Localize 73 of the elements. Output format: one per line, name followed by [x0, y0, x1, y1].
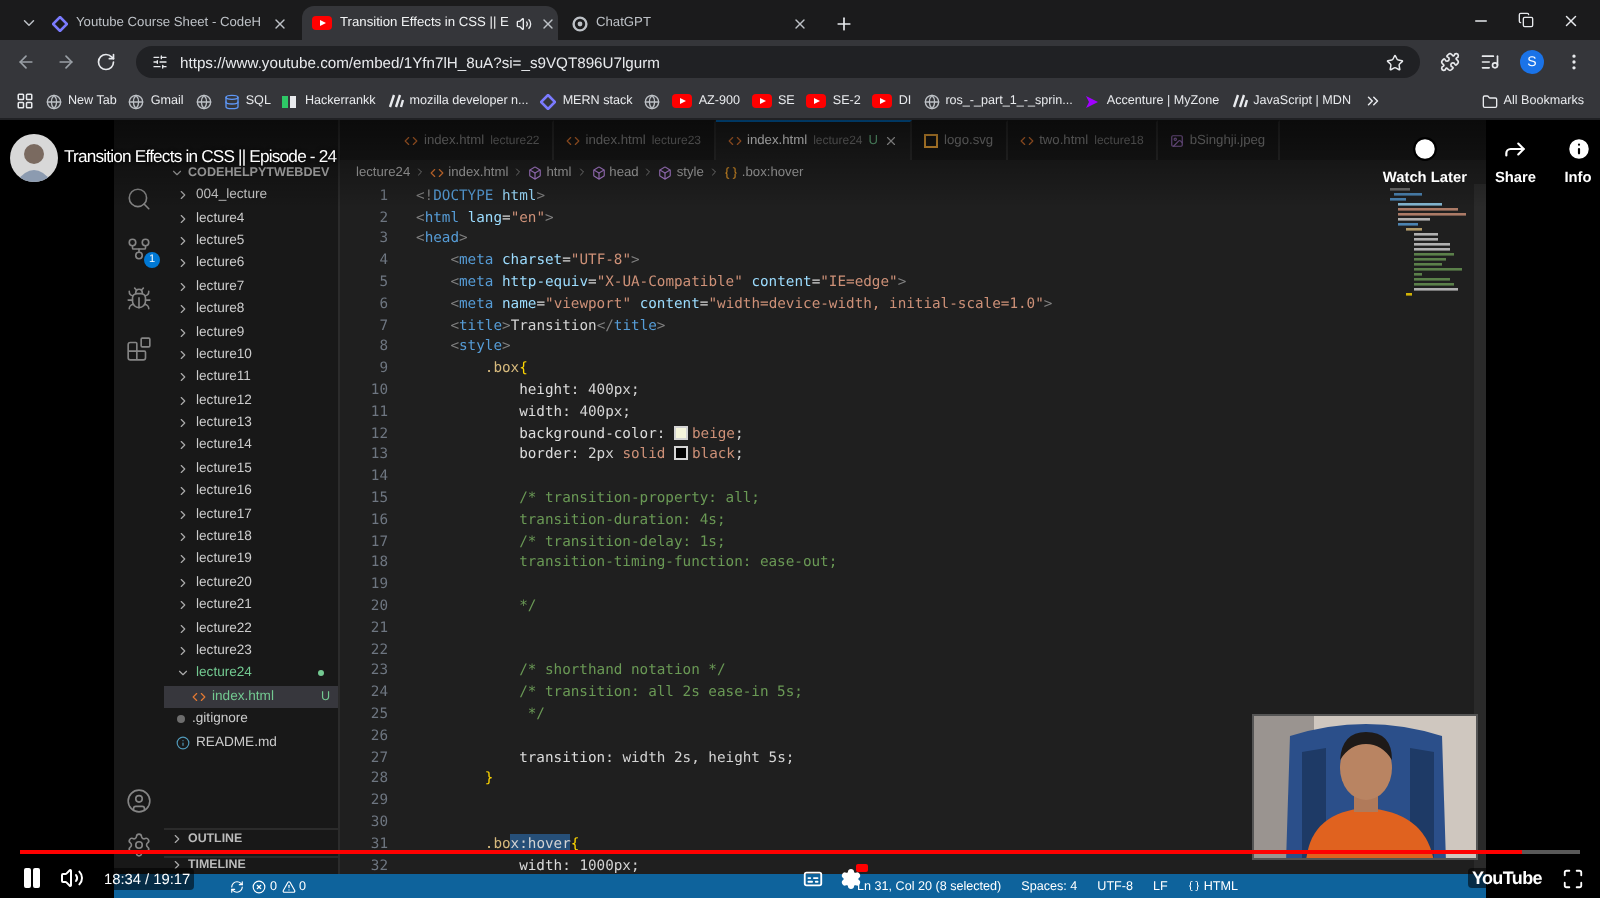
source-control-icon[interactable] [126, 236, 152, 262]
html-file-icon [404, 134, 418, 148]
tab-search-icon[interactable] [20, 14, 38, 32]
html-file-icon [565, 134, 580, 148]
extensions-icon[interactable] [126, 336, 152, 362]
hd-badge-icon [855, 863, 868, 871]
pause-icon[interactable] [20, 866, 44, 890]
separator-icon [414, 166, 427, 178]
warning-icon [281, 879, 296, 893]
info-icon [1565, 135, 1591, 161]
forward-icon[interactable] [56, 52, 76, 72]
error-icon [252, 879, 266, 893]
html-file-icon [727, 134, 741, 148]
diamond-logo-icon [52, 15, 68, 31]
globe-icon [644, 93, 661, 109]
back-icon[interactable] [16, 52, 36, 72]
info-file-icon [176, 735, 190, 750]
play-logo-icon [751, 94, 772, 108]
reload-icon[interactable] [96, 52, 116, 72]
html-file-icon [192, 689, 206, 704]
chevron-logo-icon [1084, 93, 1101, 109]
video-title[interactable]: Transition Effects in CSS || Episode - 24 [64, 146, 337, 166]
braces-icon [1187, 880, 1200, 892]
image-file-icon [924, 134, 939, 148]
bookmark-star-icon[interactable] [1386, 53, 1404, 71]
search-icon[interactable] [126, 186, 152, 212]
globe-icon [46, 93, 62, 109]
debug-icon[interactable] [126, 286, 152, 312]
more-bookmarks-icon[interactable] [1363, 92, 1381, 110]
dot-file-icon [176, 714, 186, 725]
close-icon[interactable] [272, 15, 288, 31]
element-icon [528, 165, 543, 179]
apps-icon[interactable] [16, 92, 34, 110]
site-info-icon[interactable] [152, 54, 168, 70]
selector-icon [723, 165, 738, 179]
slash-logo-icon [1231, 94, 1248, 108]
element-icon [591, 165, 606, 179]
play-logo-icon [672, 94, 693, 108]
globe-icon [195, 93, 212, 109]
chevron-icon [170, 165, 184, 179]
separator-icon [575, 166, 588, 178]
html-file-icon [1019, 134, 1034, 148]
channel-avatar[interactable] [10, 134, 58, 182]
image-file-icon [1169, 134, 1184, 148]
volume-icon[interactable] [60, 866, 84, 890]
play-logo-icon [312, 16, 332, 30]
bars-logo-icon [282, 95, 299, 107]
restore-icon[interactable] [1518, 12, 1534, 28]
account-icon[interactable] [126, 788, 152, 814]
globe-icon [128, 93, 145, 109]
new-tab-icon[interactable] [834, 13, 854, 33]
globe-icon [923, 93, 940, 109]
html-file-icon [430, 165, 445, 179]
separator-icon [642, 166, 655, 178]
diamond-logo-icon [540, 93, 557, 109]
close-icon[interactable] [540, 15, 557, 31]
change-dot-icon [318, 670, 324, 677]
database-icon [223, 93, 240, 109]
separator-icon [512, 166, 525, 178]
slash-logo-icon [387, 94, 404, 108]
element-icon [658, 165, 673, 179]
captions-icon[interactable] [801, 867, 824, 889]
close-icon[interactable] [792, 15, 808, 31]
separator-icon [707, 166, 720, 178]
extensions-icon[interactable] [1440, 52, 1460, 72]
play-logo-icon [806, 94, 827, 108]
brand-logo[interactable]: YouTube [1467, 868, 1546, 888]
media-icon[interactable] [1480, 52, 1500, 72]
fullscreen-icon[interactable] [1562, 867, 1584, 889]
folder-icon [1481, 93, 1498, 109]
play-logo-icon [872, 94, 893, 108]
speaker-icon [516, 15, 533, 31]
sync-icon[interactable] [230, 879, 244, 893]
